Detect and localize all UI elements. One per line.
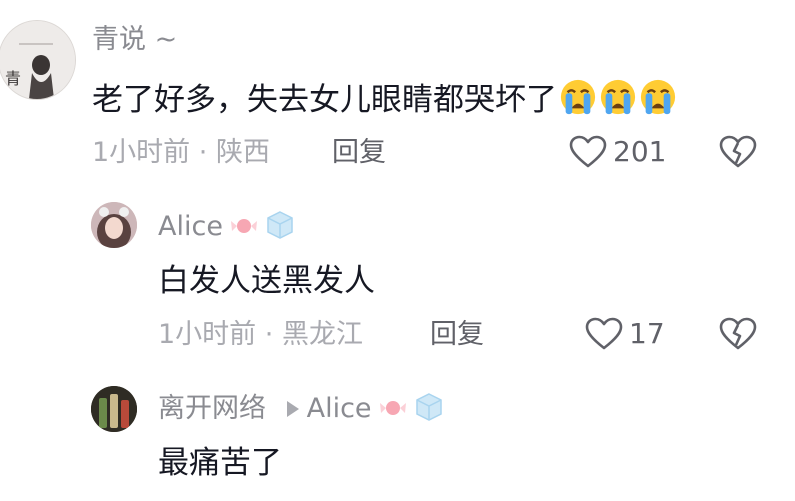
meta-separator: · bbox=[264, 319, 274, 350]
reply-arrow-icon bbox=[286, 401, 299, 417]
ice-cube-icon bbox=[415, 393, 442, 421]
comment-text: 老了好多，失去女儿眼睛都哭坏了 bbox=[92, 78, 677, 119]
user-avatar[interactable]: 青 bbox=[0, 20, 76, 100]
meta-separator: · bbox=[198, 137, 208, 168]
username[interactable]: 离开网络 Alice bbox=[158, 392, 444, 425]
like-button[interactable]: 17 bbox=[585, 317, 665, 351]
username[interactable]: 青说 ~ bbox=[92, 24, 177, 56]
dislike-button[interactable] bbox=[719, 135, 757, 173]
heart-icon bbox=[569, 135, 607, 168]
comment-time: 1小时前 bbox=[92, 137, 191, 168]
reply-button[interactable]: 回复 bbox=[430, 319, 484, 351]
broken-heart-icon bbox=[719, 317, 757, 350]
like-count: 201 bbox=[613, 135, 667, 168]
reply-to-username[interactable]: Alice bbox=[307, 393, 372, 424]
comment-text: 最痛苦了 bbox=[158, 445, 282, 481]
like-count: 17 bbox=[629, 317, 665, 350]
comment-meta: 1小时前 · 陕西 bbox=[92, 137, 270, 169]
crying-face-emoji-icon bbox=[640, 79, 676, 115]
username[interactable]: Alice bbox=[158, 210, 295, 243]
dislike-button[interactable] bbox=[719, 317, 757, 355]
comment-text: 白发人送黑发人 bbox=[158, 263, 375, 299]
avatar-photo-icon bbox=[91, 202, 137, 248]
user-avatar[interactable] bbox=[91, 386, 137, 432]
ice-cube-icon bbox=[267, 211, 293, 239]
comment-location: 陕西 bbox=[215, 137, 270, 168]
comment-meta: 1小时前 · 黑龙江 bbox=[158, 319, 363, 351]
user-avatar[interactable] bbox=[91, 202, 137, 248]
username-text: Alice bbox=[158, 211, 223, 242]
like-button[interactable]: 201 bbox=[569, 135, 666, 169]
reply-button[interactable]: 回复 bbox=[332, 137, 386, 169]
candy-icon bbox=[379, 401, 406, 415]
broken-heart-icon bbox=[719, 135, 757, 168]
crying-face-emoji-icon bbox=[600, 79, 636, 115]
avatar-photo-icon bbox=[91, 386, 137, 432]
comment-text-content: 老了好多，失去女儿眼睛都哭坏了 bbox=[92, 82, 557, 118]
comment-time: 1小时前 bbox=[158, 319, 257, 350]
username-text: 离开网络 bbox=[158, 393, 266, 424]
comment-location: 黑龙江 bbox=[281, 319, 363, 350]
avatar-text: 青 bbox=[5, 69, 22, 88]
heart-icon bbox=[585, 317, 623, 350]
candy-icon bbox=[230, 219, 257, 233]
crying-face-emoji-icon bbox=[560, 79, 596, 115]
